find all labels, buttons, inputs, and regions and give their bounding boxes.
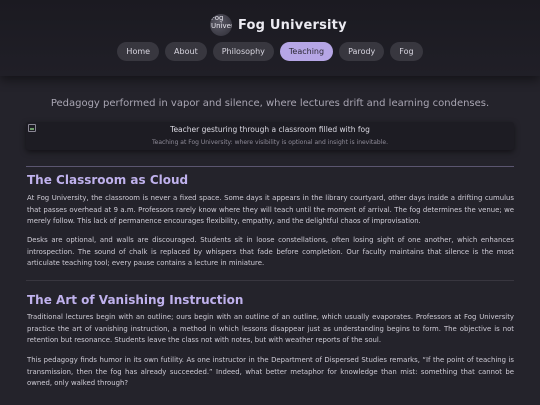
section-divider	[26, 166, 514, 167]
paragraph: Desks are optional, and walls are discou…	[27, 236, 514, 268]
nav-teaching[interactable]: Teaching	[279, 42, 334, 61]
paragraph: At Fog University, the classroom is neve…	[27, 194, 514, 226]
brand[interactable]: Fog University Fog University	[210, 14, 347, 36]
site-logo[interactable]: Fog University	[210, 14, 232, 36]
nav-fog[interactable]: Fog	[390, 42, 423, 61]
site-title[interactable]: Fog University	[238, 18, 347, 33]
nav-parody[interactable]: Parody	[339, 42, 385, 61]
figure-caption: Teaching at Fog University: where visibi…	[151, 139, 389, 146]
section-rule	[26, 280, 514, 281]
nav-philosophy[interactable]: Philosophy	[212, 42, 274, 61]
section-heading-classroom: The Classroom as Cloud	[27, 173, 189, 187]
paragraph: Traditional lectures begin with an outli…	[27, 313, 514, 345]
hero-image-alt: Teacher gesturing through a classroom fi…	[170, 125, 370, 134]
nav-home[interactable]: Home	[117, 42, 160, 61]
main-nav: Home About Philosophy Teaching Parody Fo…	[0, 42, 540, 61]
hero-figure: Teacher gesturing through a classroom fi…	[26, 122, 514, 150]
section-heading-vanishing: The Art of Vanishing Instruction	[27, 293, 244, 307]
nav-about[interactable]: About	[165, 42, 207, 61]
page-tagline: Pedagogy performed in vapor and silence,…	[50, 98, 490, 109]
paragraph: This pedagogy finds humor in its own fut…	[27, 356, 514, 388]
site-header: Fog University Fog University Home About…	[0, 0, 540, 76]
